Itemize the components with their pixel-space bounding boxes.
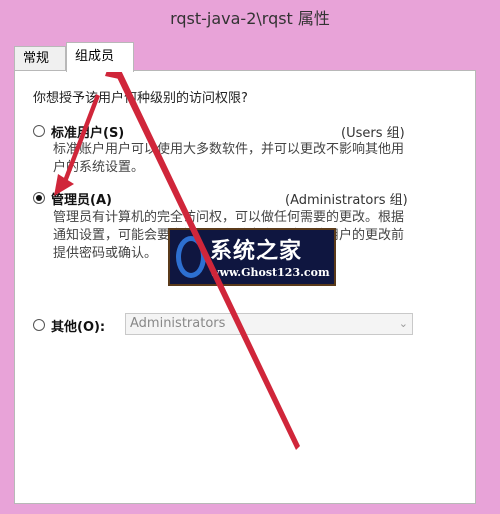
chevron-down-icon: ⌄ [398, 317, 408, 330]
other-group-select-value: Administrators [130, 316, 226, 331]
description-line: 管理员有计算机的完全访问权，可以做任何需要的更改。根据 [53, 210, 405, 225]
watermark-logo: 系统之家 www.Ghost123.com [168, 228, 336, 286]
administrator-radio[interactable] [33, 192, 45, 204]
tab-general[interactable]: 常规 [14, 46, 66, 70]
group-membership-panel: 你想授予该用户何种级别的访问权限? 标准用户(S) (Users 组) 标准账户… [14, 70, 476, 504]
description-line: 标准账户用户可以使用大多数软件，并可以更改不影响其他用 [53, 142, 405, 157]
window-title: rqst-java-2\rqst 属性 [170, 9, 330, 28]
watermark-title: 系统之家 [210, 238, 303, 264]
other-group-select: Administrators ⌄ [125, 313, 413, 335]
tab-strip: 常规 组成员 [14, 40, 474, 72]
other-radio[interactable] [33, 319, 45, 331]
watermark-url: www.Ghost123.com [210, 266, 330, 279]
users-group-label: (Users 组) [341, 126, 405, 141]
standard-user-label[interactable]: 标准用户(S) [51, 122, 124, 141]
access-question: 你想授予该用户何种级别的访问权限? [33, 91, 248, 106]
standard-user-radio[interactable] [33, 125, 45, 137]
administrator-label[interactable]: 管理员(A) [51, 189, 112, 208]
other-label[interactable]: 其他(O): [51, 316, 105, 335]
description-line: 户的系统设置。 [53, 160, 145, 175]
watermark-emblem-icon [176, 236, 206, 278]
standard-user-description: 标准账户用户可以使用大多数软件，并可以更改不影响其他用 户的系统设置。 [53, 141, 453, 177]
tab-group-membership[interactable]: 组成员 [66, 42, 134, 72]
administrators-group-label: (Administrators 组) [285, 193, 408, 208]
properties-window: rqst-java-2\rqst 属性 常规 组成员 你想授予该用户何种级别的访… [0, 0, 500, 514]
